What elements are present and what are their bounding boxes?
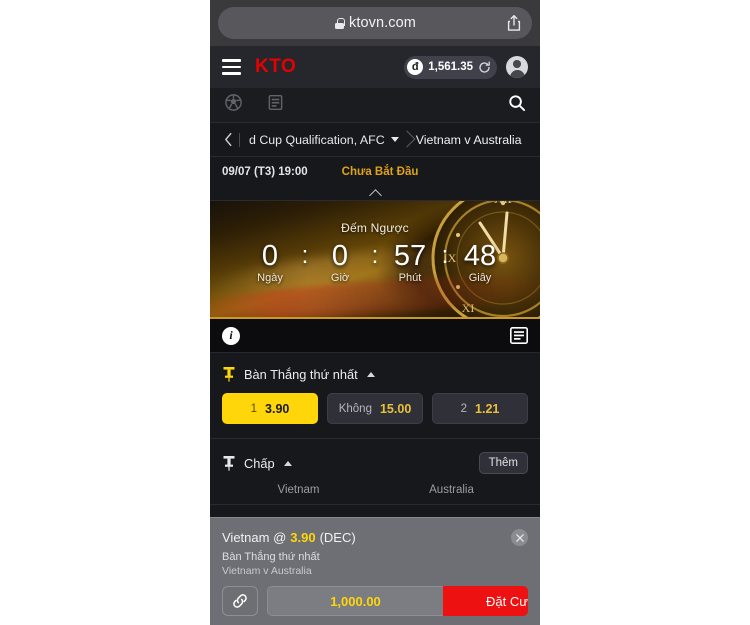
odd-value-none: 15.00 — [379, 401, 412, 416]
svg-text:XI: XI — [462, 301, 475, 315]
match-datetime: 09/07 (T3) 19:00 — [222, 166, 308, 178]
odd-value-2: 1.21 — [475, 401, 500, 416]
market-header-row: Chấp Thêm — [222, 452, 528, 474]
stats-list-icon[interactable] — [510, 327, 528, 344]
chevron-down-icon[interactable] — [390, 137, 399, 142]
soccer-ball-icon[interactable] — [224, 93, 243, 117]
odd-button-2[interactable]: 2 1.21 — [432, 393, 528, 424]
team-home-label: Vietnam — [277, 484, 320, 496]
market-title: Bàn Thắng thứ nhất — [244, 366, 358, 382]
info-strip: i — [210, 319, 540, 353]
mobile-viewport: ktovn.com KTO đ 1,561.35 d Cup Qualifica… — [210, 0, 540, 625]
caret-up-icon[interactable] — [366, 371, 375, 377]
bet-event-name: Vietnam v Australia — [222, 565, 312, 577]
market-title-handicap: Chấp — [244, 455, 275, 471]
match-collapse-toggle[interactable] — [210, 187, 540, 202]
odd-button-1[interactable]: 1 3.90 — [222, 393, 318, 424]
countdown-hours-value: 0 — [331, 240, 349, 272]
countdown-separator-1: : — [301, 242, 309, 269]
countdown-hours-label: Giờ — [330, 272, 350, 285]
link-chain-icon[interactable] — [222, 586, 258, 616]
teams-row: Vietnam Australia — [222, 484, 528, 496]
countdown-units: 0 Ngày : 0 Giờ : 57 Phút : 48 Giây — [210, 240, 540, 285]
share-icon[interactable] — [507, 15, 521, 32]
countdown-days-value: 0 — [261, 240, 279, 272]
more-button[interactable]: Thêm — [478, 452, 528, 474]
odd-label-2: 2 — [460, 402, 468, 415]
balance-pill[interactable]: đ 1,561.35 — [404, 55, 497, 79]
pin-filled-icon[interactable] — [222, 366, 236, 382]
countdown-separator-2: : — [371, 242, 379, 269]
countdown-unit-hours: 0 Giờ — [313, 240, 367, 285]
market-handicap: Chấp Thêm Vietnam Australia — [210, 439, 540, 505]
svg-text:XII: XII — [494, 201, 512, 206]
bet-odds: 3.90 — [290, 530, 316, 545]
balance-amount: 1,561.35 — [428, 61, 473, 73]
chevron-left-icon[interactable] — [220, 132, 236, 147]
hamburger-menu-icon[interactable] — [222, 59, 241, 75]
lock-icon — [334, 17, 345, 29]
match-meta: 09/07 (T3) 19:00 Chưa Bắt Đầu — [210, 157, 540, 187]
place-bet-button[interactable]: Đặt Cược — [443, 586, 528, 616]
stake-and-place: Đặt Cược — [267, 586, 528, 616]
countdown-block: Đếm Ngược 0 Ngày : 0 Giờ : 57 Phút: 48 … — [210, 221, 540, 284]
address-bar-content: ktovn.com — [334, 15, 416, 31]
countdown-days-label: Ngày — [257, 272, 283, 285]
bet-market-name: Bàn Thắng thứ nhất — [222, 551, 320, 563]
odd-value-1: 3.90 — [265, 401, 290, 416]
site-header: KTO đ 1,561.35 — [210, 46, 540, 88]
caret-up-icon-handicap[interactable] — [283, 460, 292, 466]
odd-label-1: 1 — [250, 402, 258, 415]
brand-logo[interactable]: KTO — [255, 56, 296, 78]
market-header-handicap[interactable]: Chấp — [222, 455, 292, 471]
info-circle-icon[interactable]: i — [222, 326, 240, 345]
url-text: ktovn.com — [349, 15, 416, 31]
bet-slip-header: Vietnam @ 3.90 (DEC) — [222, 529, 528, 546]
countdown-minutes-value: 57 — [393, 240, 427, 272]
breadcrumb-competition[interactable]: d Cup Qualification, AFC — [239, 132, 399, 147]
team-away-label: Australia — [429, 484, 474, 496]
stake-input[interactable] — [267, 586, 443, 616]
sub-navigation-bar — [210, 88, 540, 123]
bet-selection: Vietnam @ — [222, 530, 287, 545]
address-bar[interactable]: ktovn.com — [218, 7, 532, 39]
breadcrumb-current: Vietnam v Australia — [415, 132, 522, 147]
countdown-seconds-value: 48 — [463, 240, 497, 272]
chevron-up-icon — [368, 189, 382, 202]
countdown-separator-3: : — [441, 242, 449, 269]
refresh-icon[interactable] — [478, 61, 491, 74]
pin-outline-icon[interactable] — [222, 455, 236, 471]
bet-slip-actions: Đặt Cược — [222, 586, 528, 616]
odd-label-none: Không — [338, 402, 372, 415]
countdown-unit-seconds: 48 Giây — [453, 240, 507, 285]
countdown-unit-days: 0 Ngày — [243, 240, 297, 285]
breadcrumb-competition-label: d Cup Qualification, AFC — [249, 132, 385, 147]
market-first-goal: Bàn Thắng thứ nhất 1 3.90 Không 15.00 2 … — [210, 353, 540, 439]
browser-toolbar: ktovn.com — [210, 0, 540, 46]
close-circle-icon[interactable] — [511, 529, 528, 546]
countdown-seconds-label: Giây — [468, 272, 492, 285]
market-header[interactable]: Bàn Thắng thứ nhất — [222, 366, 528, 382]
bet-odds-type: (DEC) — [319, 530, 356, 545]
breadcrumb-separator — [401, 129, 412, 151]
countdown-banner: XII IX XI Đếm Ngược 0 Ngày : 0 Giờ — [210, 201, 540, 319]
bet-list-icon[interactable] — [267, 94, 284, 116]
header-actions: đ 1,561.35 — [404, 55, 528, 79]
match-status: Chưa Bắt Đầu — [341, 166, 419, 178]
odds-row: 1 3.90 Không 15.00 2 1.21 — [222, 393, 528, 424]
screenshot-stage: ktovn.com KTO đ 1,561.35 d Cup Qualifica… — [0, 0, 750, 625]
countdown-minutes-label: Phút — [398, 272, 422, 285]
breadcrumb: d Cup Qualification, AFC Vietnam v Austr… — [210, 123, 540, 157]
countdown-unit-minutes: 57 Phút — [383, 240, 437, 285]
search-icon[interactable] — [508, 94, 526, 117]
odd-button-none[interactable]: Không 15.00 — [327, 393, 423, 424]
user-avatar-icon[interactable] — [506, 56, 528, 78]
bet-slip: Vietnam @ 3.90 (DEC) Bàn Thắng thứ nhất … — [210, 517, 540, 625]
countdown-title: Đếm Ngược — [341, 221, 409, 235]
currency-icon: đ — [407, 59, 424, 75]
